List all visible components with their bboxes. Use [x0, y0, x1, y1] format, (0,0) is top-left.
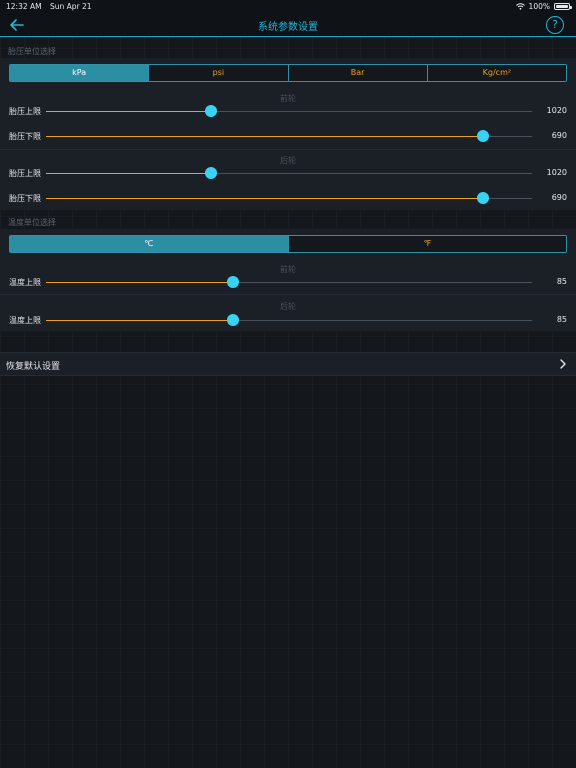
status-bar: 12:32 AM Sun Apr 21 100% [0, 0, 576, 12]
rear-wheel-label: 后轮 [280, 156, 296, 165]
rear-pressure-upper-slider[interactable] [46, 167, 532, 181]
battery-icon [554, 2, 572, 10]
front-pressure-upper-slider[interactable] [46, 105, 532, 119]
front-temperature-upper-value: 85 [556, 277, 567, 286]
status-time: 12:32 AM [6, 1, 42, 11]
battery-percent: 100% [528, 1, 550, 11]
slider-thumb[interactable] [477, 130, 490, 142]
front-temperature-upper-slider[interactable] [46, 276, 532, 290]
page-title: 系统参数设置 [258, 22, 318, 33]
reset-defaults-label: 恢复默认设置 [6, 362, 61, 372]
front-temperature-upper-label: 温度上限 [9, 278, 41, 287]
slider-thumb[interactable] [205, 167, 218, 179]
temperature-panel: ℃ ℉ 前轮 温度上限 85 后轮 温度上限 85 [0, 229, 576, 331]
pressure-section-label: 胎压单位选择 [8, 47, 56, 56]
slider-fill [46, 198, 484, 199]
status-right: 100% [515, 1, 572, 11]
front-wheel-label: 前轮 [280, 265, 296, 274]
slider-fill [46, 173, 212, 174]
front-pressure-lower-label: 胎压下限 [9, 132, 41, 141]
pressure-unit-option[interactable]: kPa [10, 65, 150, 81]
slider-thumb[interactable] [477, 192, 490, 204]
front-pressure-upper-label: 胎压上限 [9, 107, 41, 116]
chevron-right-icon [560, 359, 566, 369]
status-left: 12:32 AM Sun Apr 21 [6, 2, 98, 11]
wifi-icon [515, 2, 525, 10]
front-wheel-label: 前轮 [280, 94, 296, 103]
temperature-unit-option[interactable]: ℃ [10, 236, 289, 252]
pressure-unit-selector: kPa psi Bar Kg/cm² [9, 64, 567, 82]
pressure-unit-option[interactable]: Kg/cm² [427, 65, 566, 81]
rear-pressure-lower-slider[interactable] [46, 192, 532, 206]
status-date: Sun Apr 21 [50, 1, 92, 11]
pressure-unit-option[interactable]: Bar [288, 65, 428, 81]
pressure-panel: kPa psi Bar Kg/cm² 前轮 胎压上限 1020 胎压下限 690 后轮… [0, 58, 576, 210]
slider-fill [46, 111, 212, 112]
rear-pressure-upper-value: 1020 [546, 168, 567, 177]
rear-wheel-label: 后轮 [280, 302, 296, 311]
slider-fill [46, 282, 234, 283]
divider [0, 149, 576, 150]
slider-fill [46, 136, 484, 137]
slider-thumb[interactable] [205, 105, 218, 117]
rear-temperature-upper-label: 温度上限 [9, 316, 41, 325]
reset-defaults-row[interactable]: 恢复默认设置 [0, 352, 576, 376]
front-pressure-lower-value: 690 [551, 131, 567, 140]
rear-pressure-upper-label: 胎压上限 [9, 169, 41, 178]
divider [0, 294, 576, 295]
slider-fill [46, 320, 234, 321]
temperature-unit-option[interactable]: ℉ [288, 236, 566, 252]
slider-thumb[interactable] [227, 314, 240, 326]
battery-fill [556, 4, 568, 8]
temperature-unit-selector: ℃ ℉ [9, 235, 567, 253]
slider-thumb[interactable] [227, 276, 240, 288]
rear-temperature-upper-value: 85 [556, 315, 567, 324]
rear-temperature-upper-slider[interactable] [46, 314, 532, 328]
front-pressure-lower-slider[interactable] [46, 130, 532, 144]
question-circle-icon[interactable]: ? [546, 16, 564, 34]
temperature-section-label: 温度单位选择 [8, 218, 56, 227]
pressure-unit-option[interactable]: psi [149, 65, 289, 81]
rear-pressure-lower-value: 690 [551, 193, 567, 202]
nav-bar: 系统参数设置 ? [0, 12, 576, 37]
rear-pressure-lower-label: 胎压下限 [9, 194, 41, 203]
front-pressure-upper-value: 1020 [546, 106, 567, 115]
